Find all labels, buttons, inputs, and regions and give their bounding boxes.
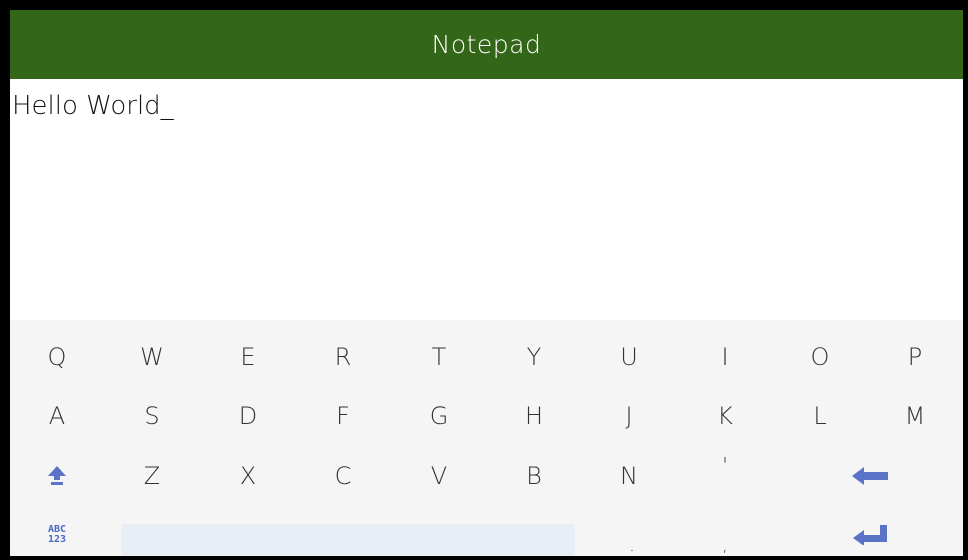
key-o[interactable]: O <box>775 328 865 386</box>
key-u[interactable]: U <box>584 328 674 386</box>
editor-content: Hello World_ <box>12 91 174 121</box>
key-p[interactable]: P <box>870 328 960 386</box>
key-a[interactable]: A <box>12 387 102 445</box>
keyboard-row-1: Q W E R T Y U I O P <box>10 328 963 386</box>
key-h[interactable]: H <box>489 387 579 445</box>
shift-key[interactable] <box>12 447 102 505</box>
key-period[interactable]: . <box>587 506 677 556</box>
title-bar: Notepad <box>10 10 963 79</box>
key-z[interactable]: Z <box>107 447 197 505</box>
app-title: Notepad <box>431 30 542 59</box>
key-x[interactable]: X <box>203 447 293 505</box>
key-i[interactable]: I <box>680 328 770 386</box>
notepad-screen: Notepad Hello World_ Q W E R T Y U I O P… <box>10 10 963 556</box>
key-j[interactable]: J <box>584 387 674 445</box>
text-editor[interactable]: Hello World_ <box>10 79 963 320</box>
keyboard-row-3: Z X C V B N ' <box>10 447 963 505</box>
key-comma[interactable]: , <box>680 506 770 556</box>
on-screen-keyboard: Q W E R T Y U I O P A S D F G H J K L M <box>10 320 963 556</box>
key-r[interactable]: R <box>298 328 388 386</box>
mode-label-123: 123 <box>47 534 67 545</box>
space-bar[interactable] <box>121 524 575 556</box>
key-s[interactable]: S <box>107 387 197 445</box>
backspace-key[interactable] <box>825 447 915 505</box>
key-y[interactable]: Y <box>489 328 579 386</box>
keyboard-row-2: A S D F G H J K L M <box>10 387 963 445</box>
key-w[interactable]: W <box>107 328 197 386</box>
mode-switch-label: ABC 123 <box>48 525 66 545</box>
mode-switch-key[interactable]: ABC 123 <box>12 506 102 556</box>
key-t[interactable]: T <box>394 328 484 386</box>
backspace-arrow-icon <box>852 467 888 485</box>
key-q[interactable]: Q <box>12 328 102 386</box>
key-l[interactable]: L <box>775 387 865 445</box>
key-k[interactable]: K <box>680 387 770 445</box>
key-g[interactable]: G <box>394 387 484 445</box>
key-d[interactable]: D <box>203 387 293 445</box>
shift-up-icon <box>48 466 66 485</box>
key-e[interactable]: E <box>203 328 293 386</box>
enter-key[interactable] <box>825 506 915 556</box>
key-b[interactable]: B <box>489 447 579 505</box>
key-c[interactable]: C <box>298 447 388 505</box>
key-apostrophe[interactable]: ' <box>680 447 770 505</box>
key-m[interactable]: M <box>870 387 960 445</box>
key-f[interactable]: F <box>298 387 388 445</box>
key-v[interactable]: V <box>394 447 484 505</box>
enter-return-icon <box>853 525 887 545</box>
key-n[interactable]: N <box>584 447 674 505</box>
